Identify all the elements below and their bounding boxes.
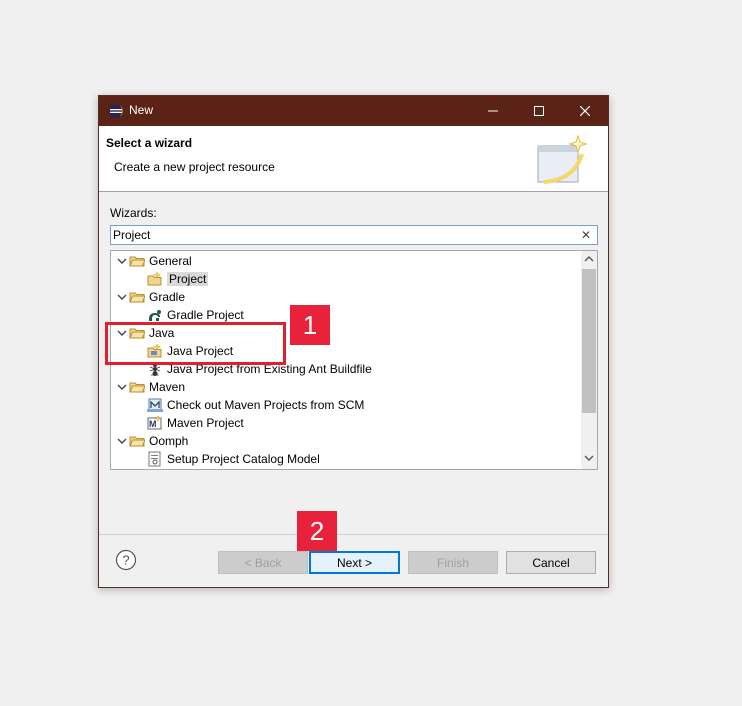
callout-1-badge: 1 [290, 305, 330, 345]
scroll-up-icon[interactable] [584, 255, 594, 263]
wizard-banner-icon [537, 134, 588, 184]
chevron-down-icon[interactable] [115, 378, 129, 396]
tree-item-label: Java Project from Existing Ant Buildfile [167, 362, 372, 376]
wizard-tree: General Project Gradle Gradle Project Java Ja… [110, 250, 598, 470]
chevron-down-icon[interactable] [115, 324, 129, 342]
chevron-down-icon[interactable] [115, 288, 129, 306]
svg-text:?: ? [122, 553, 129, 568]
svg-text:M: M [149, 419, 157, 429]
tree-item[interactable]: M Maven Project [147, 414, 244, 432]
banner-title: Select a wizard [106, 136, 193, 150]
wizard-banner: Select a wizard Create a new project res… [99, 126, 608, 192]
tree-item-label: Check out Maven Projects from SCM [167, 398, 365, 412]
tree-item[interactable]: Check out Maven Projects from SCM [147, 396, 364, 414]
tree-category-gradle[interactable]: Gradle [115, 288, 185, 306]
tree-item[interactable]: Java Project from Existing Ant Buildfile [147, 360, 372, 378]
tree-item[interactable]: Gradle Project [147, 306, 244, 324]
back-button[interactable]: < Back [218, 551, 308, 574]
minimize-button[interactable] [470, 96, 516, 126]
open-folder-icon [129, 292, 145, 303]
new-wizard-dialog: New Select a wizard Create a new project… [98, 95, 609, 588]
finish-button[interactable]: Finish [408, 551, 498, 574]
tree-item[interactable]: Java Project [147, 342, 233, 360]
wizard-filter: ✕ [110, 225, 598, 245]
tree-item[interactable]: Setup Project Catalog Model [147, 450, 320, 468]
maven-project-icon: M [147, 415, 162, 430]
ant-icon [149, 363, 161, 376]
tree-category-label: Oomph [149, 434, 189, 448]
chevron-down-icon[interactable] [115, 432, 129, 450]
wizard-filter-input[interactable] [113, 227, 573, 243]
open-folder-icon [129, 436, 145, 447]
tree-category-label: Gradle [149, 290, 186, 304]
tree-category-general[interactable]: General [115, 252, 192, 270]
tree-category-label: Java [149, 326, 175, 340]
tree-scrollbar[interactable] [581, 251, 597, 469]
tree-category-oomph[interactable]: Oomph [115, 432, 188, 450]
tree-item-label: Gradle Project [167, 308, 244, 322]
open-folder-icon [129, 256, 145, 267]
close-button[interactable] [562, 96, 608, 126]
scroll-down-icon[interactable] [584, 454, 594, 462]
maven-scm-icon [147, 398, 163, 412]
tree-category-label: Maven [149, 380, 186, 394]
project-icon [147, 271, 162, 286]
java-project-icon [147, 343, 162, 358]
button-bar-divider [99, 534, 608, 535]
tree-item-label: Setup Project Catalog Model [167, 452, 320, 466]
maximize-button[interactable] [516, 96, 562, 126]
minimize-icon [488, 110, 498, 112]
tree-category-java[interactable]: Java [115, 324, 174, 342]
maximize-icon [534, 106, 544, 116]
tree-item-label: Java Project [167, 344, 234, 358]
gradle-icon [149, 310, 161, 321]
window-title: New [129, 103, 154, 117]
wizards-label: Wizards: [110, 206, 157, 220]
clear-filter-icon[interactable]: ✕ [581, 228, 593, 242]
tree-category-maven[interactable]: Maven [115, 378, 185, 396]
tree-item-label: Maven Project [167, 416, 244, 430]
open-folder-icon [129, 382, 145, 393]
tree-item-label: Project [167, 272, 209, 286]
eclipse-icon [109, 104, 123, 118]
scrollbar-thumb[interactable] [582, 269, 596, 413]
tree-item[interactable]: Project [147, 270, 209, 288]
open-folder-icon [129, 328, 145, 339]
title-bar[interactable]: New [99, 96, 608, 126]
help-icon[interactable]: ? [115, 549, 137, 571]
setup-model-icon [148, 451, 161, 467]
cancel-button[interactable]: Cancel [506, 551, 596, 574]
callout-2-badge: 2 [297, 511, 337, 551]
tree-category-label: General [149, 254, 192, 268]
close-icon [580, 106, 590, 116]
banner-description: Create a new project resource [114, 160, 275, 174]
chevron-down-icon[interactable] [115, 252, 129, 270]
next-button[interactable]: Next > [309, 551, 400, 574]
